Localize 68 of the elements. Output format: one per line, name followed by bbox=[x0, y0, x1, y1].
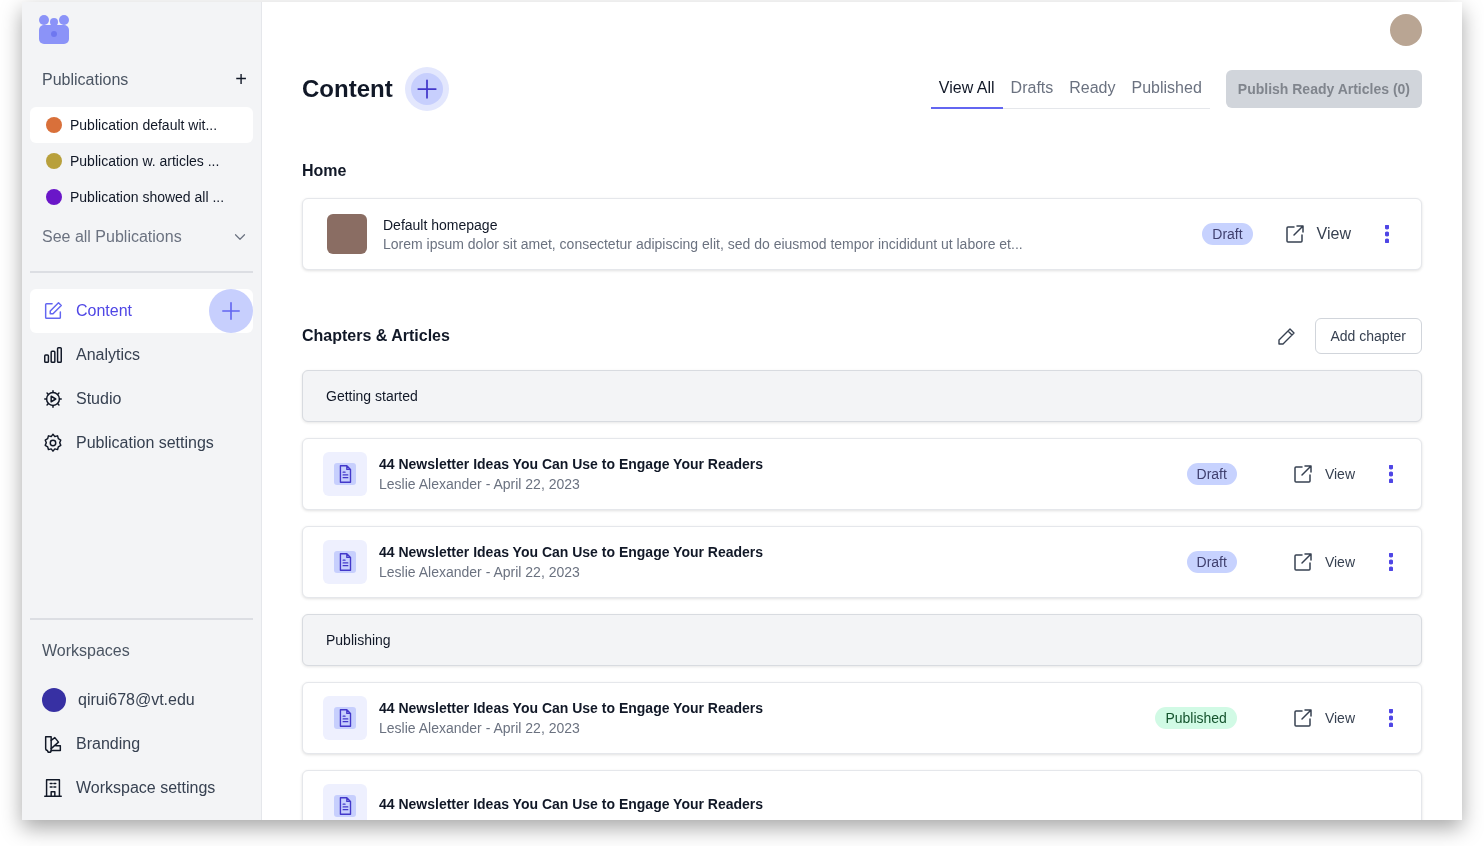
page-title-text: Default homepage bbox=[383, 216, 499, 233]
article-title: 44 Newsletter Ideas You Can Use to Engage Your Readers bbox=[379, 700, 765, 716]
status-badge: Draft bbox=[1202, 223, 1253, 245]
document-icon bbox=[323, 696, 367, 740]
publication-item[interactable]: Publication showed all ... bbox=[30, 179, 253, 215]
nav-item[interactable]: Branding bbox=[30, 722, 253, 766]
publication-item[interactable]: Publication default wit... bbox=[30, 107, 253, 143]
publication-item[interactable]: Publication w. articles ... bbox=[30, 143, 253, 179]
nav-item[interactable]: Publication settings bbox=[30, 421, 253, 465]
add-content-button[interactable] bbox=[209, 289, 253, 333]
document-icon bbox=[323, 784, 367, 820]
see-all-link[interactable]: See all Publications bbox=[42, 228, 182, 246]
nav-item[interactable]: Analytics bbox=[30, 333, 253, 377]
page-description: Lorem ipsum dolor sit amet, consectetur adipiscing elit, sed do eiusmod tempor incididunt ut labore et... bbox=[383, 235, 1024, 252]
document-icon bbox=[323, 452, 367, 496]
chapter-header[interactable]: Publishing bbox=[302, 614, 1422, 666]
article-title: 44 Newsletter Ideas You Can Use to Engage Your Readers bbox=[379, 796, 765, 812]
edit-icon bbox=[42, 300, 64, 322]
tab[interactable]: Ready bbox=[1061, 69, 1124, 109]
section-title: Chapters & Articles bbox=[302, 327, 450, 345]
article-card[interactable]: 44 Newsletter Ideas You Can Use to Engage Your Readers Leslie Alexander - April 22, 2023 Draft View bbox=[302, 438, 1422, 510]
more-button[interactable] bbox=[1385, 225, 1389, 243]
view-link[interactable]: View bbox=[1284, 461, 1361, 487]
tab[interactable]: View All bbox=[930, 69, 1003, 109]
add-publication-button[interactable]: + bbox=[233, 68, 249, 91]
add-content-button[interactable] bbox=[404, 67, 449, 111]
nav-item[interactable]: qirui678@vt.edu bbox=[30, 678, 253, 722]
tab[interactable]: Published bbox=[1123, 69, 1210, 109]
section-title: Publications bbox=[42, 70, 129, 89]
article-meta: Leslie Alexander - April 22, 2023 bbox=[379, 564, 581, 580]
section-title: Home bbox=[302, 162, 348, 180]
nav-item[interactable]: Studio bbox=[30, 377, 253, 421]
more-button[interactable] bbox=[1389, 709, 1393, 727]
aperture-icon bbox=[42, 388, 64, 410]
chapter-header[interactable]: Getting started bbox=[302, 370, 1422, 422]
building-icon bbox=[42, 777, 64, 799]
article-title: 44 Newsletter Ideas You Can Use to Engage Your Readers bbox=[379, 544, 765, 560]
more-icon bbox=[1389, 553, 1393, 571]
article-card[interactable]: 44 Newsletter Ideas You Can Use to Engage Your Readers bbox=[302, 770, 1422, 820]
page-title: Content bbox=[302, 75, 393, 103]
workspace-avatar bbox=[42, 688, 66, 712]
view-link[interactable]: View bbox=[1276, 221, 1357, 247]
article-card[interactable]: 44 Newsletter Ideas You Can Use to Engage Your Readers Leslie Alexander - April 22, 2023 Draft View bbox=[302, 526, 1422, 598]
logo-icon bbox=[38, 14, 70, 46]
add-chapter-button[interactable]: Add chapter bbox=[1314, 318, 1422, 354]
more-icon bbox=[1385, 225, 1389, 243]
view-link[interactable]: View bbox=[1284, 549, 1361, 575]
status-badge: Draft bbox=[1186, 463, 1237, 485]
more-button[interactable] bbox=[1389, 465, 1393, 483]
more-icon bbox=[1389, 465, 1393, 483]
settings-icon bbox=[42, 432, 64, 454]
more-button[interactable] bbox=[1389, 553, 1393, 571]
article-meta: Leslie Alexander - April 22, 2023 bbox=[379, 720, 581, 736]
document-icon bbox=[323, 540, 367, 584]
bar-chart-icon bbox=[42, 344, 64, 366]
nav-item[interactable]: Content bbox=[30, 289, 253, 333]
view-link[interactable]: View bbox=[1284, 705, 1361, 731]
section-title: Workspaces bbox=[41, 642, 131, 660]
status-badge: Draft bbox=[1186, 551, 1237, 573]
swatch-icon bbox=[42, 733, 64, 755]
article-meta: Leslie Alexander - April 22, 2023 bbox=[379, 476, 581, 492]
tab[interactable]: Drafts bbox=[1002, 69, 1062, 109]
nav-item[interactable]: Workspace settings bbox=[30, 766, 253, 810]
article-title: 44 Newsletter Ideas You Can Use to Engage Your Readers bbox=[379, 456, 765, 472]
status-badge: Published bbox=[1155, 707, 1237, 729]
more-icon bbox=[1389, 709, 1393, 727]
article-card[interactable]: 44 Newsletter Ideas You Can Use to Engage Your Readers Leslie Alexander - April 22, 2023 Published View bbox=[302, 682, 1422, 754]
photo-placeholder bbox=[327, 214, 367, 254]
